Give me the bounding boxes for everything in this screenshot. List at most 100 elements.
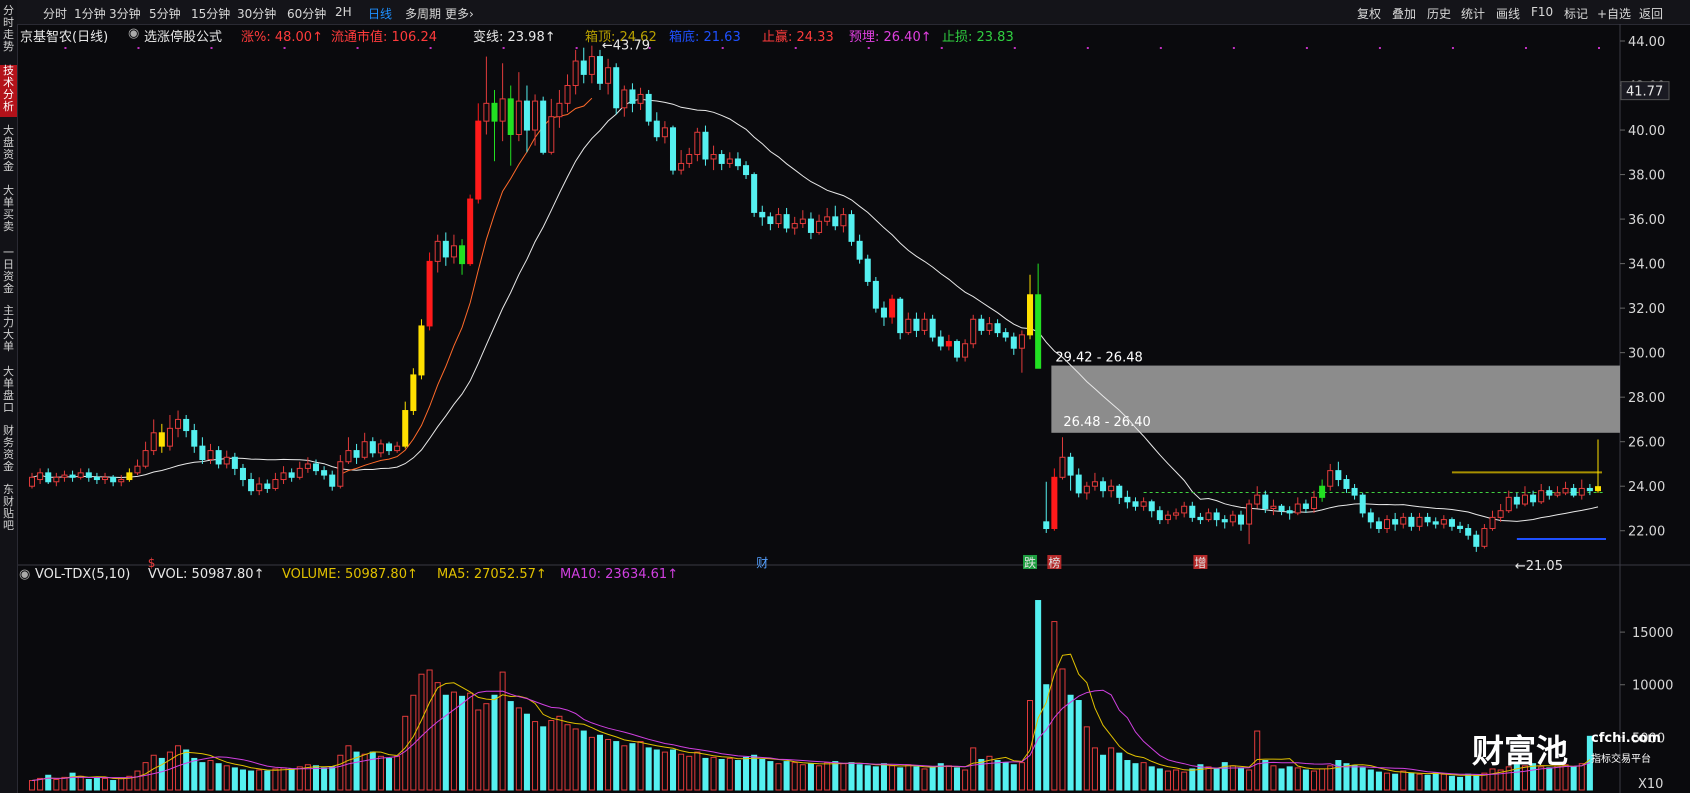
vol-unit-label: X10 bbox=[1638, 777, 1663, 792]
volume-bar bbox=[1351, 765, 1358, 791]
candle-body bbox=[1286, 510, 1293, 514]
candle-body bbox=[1538, 490, 1545, 503]
price-tick-label: 38.00 bbox=[1628, 169, 1665, 184]
volume-bar bbox=[1310, 770, 1318, 791]
volume-bar bbox=[856, 764, 863, 791]
candle-body bbox=[1075, 474, 1082, 494]
volume-bar bbox=[377, 755, 384, 791]
volume-bar bbox=[840, 763, 847, 791]
volume-bar bbox=[77, 775, 84, 791]
candle-body bbox=[1027, 294, 1034, 336]
volume-bar bbox=[1359, 767, 1366, 791]
candle-body bbox=[1530, 494, 1537, 503]
candle-body bbox=[962, 343, 969, 358]
volume-bar bbox=[53, 778, 60, 791]
volume-bar bbox=[734, 760, 741, 791]
candle-body bbox=[1457, 525, 1464, 530]
candle-body bbox=[1043, 521, 1050, 530]
volume-bar bbox=[872, 766, 879, 791]
volume-bar bbox=[345, 745, 352, 791]
volume-bar bbox=[929, 766, 936, 791]
volume-bar bbox=[499, 671, 506, 791]
candle-body bbox=[158, 432, 165, 447]
volume-bar bbox=[807, 763, 814, 791]
candle-body bbox=[45, 472, 52, 483]
price-chart[interactable]: 44.0042.0040.0038.0036.0034.0032.0030.00… bbox=[0, 0, 1690, 793]
candle-body bbox=[499, 98, 506, 122]
volume-bar bbox=[767, 761, 774, 791]
candle-body bbox=[1067, 456, 1074, 476]
volume-bar bbox=[986, 755, 993, 791]
candle-body bbox=[556, 102, 563, 118]
volume-bar bbox=[483, 703, 490, 791]
vol-tick-label: 15000 bbox=[1632, 626, 1673, 641]
volume-bar bbox=[1100, 754, 1107, 791]
volume-bar bbox=[1116, 752, 1123, 791]
volume-bar bbox=[394, 755, 401, 791]
candle-body bbox=[686, 154, 693, 164]
candle-body bbox=[61, 474, 68, 478]
volume-bar bbox=[905, 764, 912, 791]
candle-body bbox=[1124, 496, 1131, 503]
candle-body bbox=[1116, 485, 1123, 498]
vol-dropdown-icon[interactable]: ◉ bbox=[19, 567, 30, 582]
volume-bar bbox=[970, 747, 977, 791]
volume-bar bbox=[61, 776, 68, 791]
signal-dot bbox=[429, 47, 432, 49]
volume-bar bbox=[645, 747, 652, 791]
candle-body bbox=[1327, 470, 1334, 487]
candle-body bbox=[637, 93, 644, 104]
candle-body bbox=[945, 341, 952, 347]
volume-bar bbox=[1294, 767, 1301, 791]
volume-bar bbox=[1043, 684, 1050, 791]
volume-bar bbox=[296, 766, 303, 791]
candle-body bbox=[118, 479, 125, 483]
candle-body bbox=[1229, 514, 1236, 523]
volume-bar bbox=[1083, 726, 1090, 791]
volume-bar bbox=[264, 770, 271, 791]
candle-body bbox=[799, 218, 806, 225]
volume-bar bbox=[791, 762, 798, 791]
candle-body bbox=[605, 67, 612, 84]
candle-body bbox=[807, 218, 814, 233]
candle-body bbox=[1546, 490, 1553, 496]
volume-bar bbox=[556, 715, 563, 791]
candle-body bbox=[1002, 332, 1009, 338]
volume-bar bbox=[937, 763, 944, 791]
volume-bar bbox=[329, 766, 336, 791]
candle-body bbox=[1156, 510, 1163, 521]
volume-bar bbox=[718, 758, 725, 791]
candle-body bbox=[816, 220, 823, 233]
candle-body bbox=[540, 100, 547, 153]
candle-body bbox=[872, 280, 879, 309]
signal-dot bbox=[794, 47, 797, 49]
volume-bar bbox=[215, 763, 222, 791]
watermark-logo-text: 财富池 bbox=[1472, 732, 1569, 770]
volume-bar bbox=[1148, 766, 1155, 791]
watermark-site: cfchi.com bbox=[1591, 731, 1661, 746]
volume-bar bbox=[256, 769, 263, 791]
volume-bar bbox=[1027, 700, 1034, 791]
candle-body bbox=[596, 56, 603, 84]
volume-bar bbox=[223, 765, 230, 791]
volume-bar bbox=[507, 701, 514, 791]
candle-body bbox=[69, 474, 76, 478]
candle-body bbox=[718, 154, 725, 164]
candle-body bbox=[426, 260, 433, 327]
candle-body bbox=[329, 474, 336, 487]
candle-body bbox=[1440, 519, 1447, 525]
candle-body bbox=[889, 298, 896, 318]
candle-body bbox=[321, 470, 328, 476]
volume-bar bbox=[369, 751, 376, 791]
candle-body bbox=[1051, 476, 1058, 530]
vol-indicator-title[interactable]: VOL-TDX(5,10) bbox=[35, 567, 130, 582]
signal-dot bbox=[1305, 47, 1308, 49]
candle-body bbox=[532, 100, 539, 131]
volume-bar bbox=[1473, 774, 1480, 791]
candle-body bbox=[483, 102, 490, 122]
candle-body bbox=[1521, 494, 1528, 505]
volume-bar bbox=[491, 694, 498, 791]
candle-body bbox=[1384, 519, 1391, 530]
candle-body bbox=[767, 216, 774, 225]
candle-body bbox=[1448, 519, 1455, 527]
